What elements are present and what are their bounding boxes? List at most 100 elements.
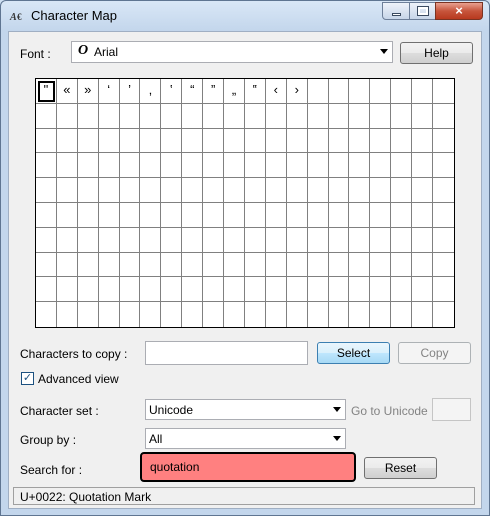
character-cell[interactable] bbox=[203, 153, 225, 179]
character-cell[interactable] bbox=[349, 79, 371, 104]
character-cell[interactable] bbox=[36, 277, 57, 303]
character-cell[interactable] bbox=[244, 178, 266, 203]
character-cell[interactable] bbox=[56, 103, 78, 129]
character-cell[interactable] bbox=[119, 277, 141, 303]
character-cell[interactable] bbox=[349, 128, 371, 154]
character-cell[interactable] bbox=[349, 252, 371, 278]
character-cell[interactable] bbox=[36, 202, 57, 228]
character-cell[interactable] bbox=[349, 153, 371, 179]
character-cell[interactable] bbox=[98, 252, 120, 278]
character-cell[interactable] bbox=[182, 128, 204, 154]
character-cell[interactable] bbox=[391, 103, 413, 129]
character-cell[interactable] bbox=[77, 277, 99, 303]
character-cell[interactable]: ’ bbox=[119, 79, 141, 104]
character-cell[interactable]: ‘ bbox=[98, 79, 120, 104]
character-cell[interactable]: ‛ bbox=[161, 79, 183, 104]
character-cell[interactable] bbox=[56, 277, 78, 303]
character-cell[interactable] bbox=[140, 128, 162, 154]
character-cell[interactable] bbox=[161, 302, 183, 327]
character-cell[interactable] bbox=[244, 202, 266, 228]
character-cell[interactable] bbox=[265, 128, 287, 154]
character-cell[interactable] bbox=[119, 252, 141, 278]
character-cell[interactable] bbox=[433, 228, 454, 253]
character-cell[interactable] bbox=[349, 178, 371, 203]
character-cell[interactable] bbox=[265, 103, 287, 129]
character-cell[interactable] bbox=[265, 202, 287, 228]
character-cell[interactable] bbox=[391, 252, 413, 278]
character-cell[interactable] bbox=[56, 252, 78, 278]
minimize-button[interactable] bbox=[382, 2, 410, 20]
character-cell[interactable] bbox=[328, 103, 350, 129]
character-cell[interactable] bbox=[391, 277, 413, 303]
character-cell[interactable] bbox=[98, 178, 120, 203]
character-cell[interactable] bbox=[182, 202, 204, 228]
character-cell[interactable] bbox=[286, 128, 308, 154]
character-cell[interactable] bbox=[224, 302, 245, 327]
character-cell[interactable] bbox=[203, 103, 225, 129]
character-cell[interactable] bbox=[391, 79, 413, 104]
character-cell[interactable] bbox=[391, 302, 413, 327]
character-cell[interactable]: „ bbox=[224, 79, 245, 104]
character-cell[interactable] bbox=[224, 252, 245, 278]
character-cell[interactable] bbox=[203, 202, 225, 228]
character-cell[interactable] bbox=[77, 202, 99, 228]
character-cell[interactable] bbox=[265, 277, 287, 303]
character-cell[interactable] bbox=[224, 153, 245, 179]
character-cell[interactable]: ‹ bbox=[265, 79, 287, 104]
group-by-select[interactable]: All bbox=[145, 428, 346, 449]
character-cell[interactable] bbox=[307, 153, 329, 179]
character-cell[interactable] bbox=[307, 277, 329, 303]
character-cell[interactable] bbox=[370, 79, 392, 104]
character-cell[interactable] bbox=[307, 227, 329, 253]
character-cell[interactable] bbox=[349, 302, 371, 327]
character-cell[interactable]: " bbox=[36, 79, 57, 104]
character-cell[interactable] bbox=[78, 302, 99, 327]
character-cell[interactable]: › bbox=[286, 79, 308, 104]
character-cell[interactable] bbox=[56, 202, 78, 228]
character-cell[interactable] bbox=[182, 277, 204, 303]
character-cell[interactable] bbox=[203, 252, 225, 278]
character-cell[interactable] bbox=[56, 128, 78, 154]
character-cell[interactable] bbox=[36, 252, 57, 278]
character-cell[interactable] bbox=[412, 103, 434, 129]
character-cell[interactable] bbox=[224, 178, 245, 203]
character-cell[interactable] bbox=[412, 302, 434, 327]
character-cell[interactable] bbox=[370, 302, 392, 327]
character-cell[interactable] bbox=[224, 227, 245, 253]
character-cell[interactable] bbox=[244, 128, 266, 154]
character-cell[interactable] bbox=[433, 129, 454, 154]
character-cell[interactable]: ” bbox=[203, 79, 225, 104]
character-cell[interactable] bbox=[203, 227, 225, 253]
character-cell[interactable] bbox=[412, 153, 434, 179]
character-cell[interactable] bbox=[349, 103, 371, 129]
character-cell[interactable] bbox=[182, 227, 204, 253]
character-cell[interactable] bbox=[140, 202, 162, 228]
character-cell[interactable] bbox=[412, 252, 434, 278]
character-cell[interactable] bbox=[286, 202, 308, 228]
character-cell[interactable] bbox=[244, 103, 266, 129]
character-cell[interactable] bbox=[56, 153, 78, 179]
character-cell[interactable] bbox=[161, 153, 183, 179]
character-cell[interactable] bbox=[98, 103, 120, 129]
character-cell[interactable] bbox=[265, 178, 287, 203]
character-set-select[interactable]: Unicode bbox=[145, 399, 346, 420]
character-cell[interactable] bbox=[433, 79, 454, 104]
character-cell[interactable] bbox=[36, 227, 57, 253]
character-cell[interactable] bbox=[391, 153, 413, 179]
character-grid[interactable]: " «» ‘’ ‚ ‛ “” „ ‟ ‹ › bbox=[35, 78, 455, 328]
character-cell[interactable] bbox=[99, 302, 120, 327]
character-cell[interactable] bbox=[370, 227, 392, 253]
character-cell[interactable] bbox=[203, 302, 225, 327]
character-cell[interactable] bbox=[182, 302, 204, 327]
character-cell[interactable] bbox=[307, 202, 329, 228]
character-cell[interactable] bbox=[349, 277, 371, 303]
character-cell[interactable] bbox=[328, 202, 350, 228]
close-button[interactable]: × bbox=[435, 2, 483, 20]
character-cell[interactable] bbox=[98, 277, 120, 303]
character-cell[interactable] bbox=[56, 227, 78, 253]
character-cell[interactable] bbox=[433, 253, 454, 278]
character-cell[interactable] bbox=[57, 302, 78, 327]
character-cell[interactable] bbox=[266, 302, 287, 327]
character-cell[interactable] bbox=[98, 202, 120, 228]
character-cell[interactable] bbox=[140, 302, 162, 327]
